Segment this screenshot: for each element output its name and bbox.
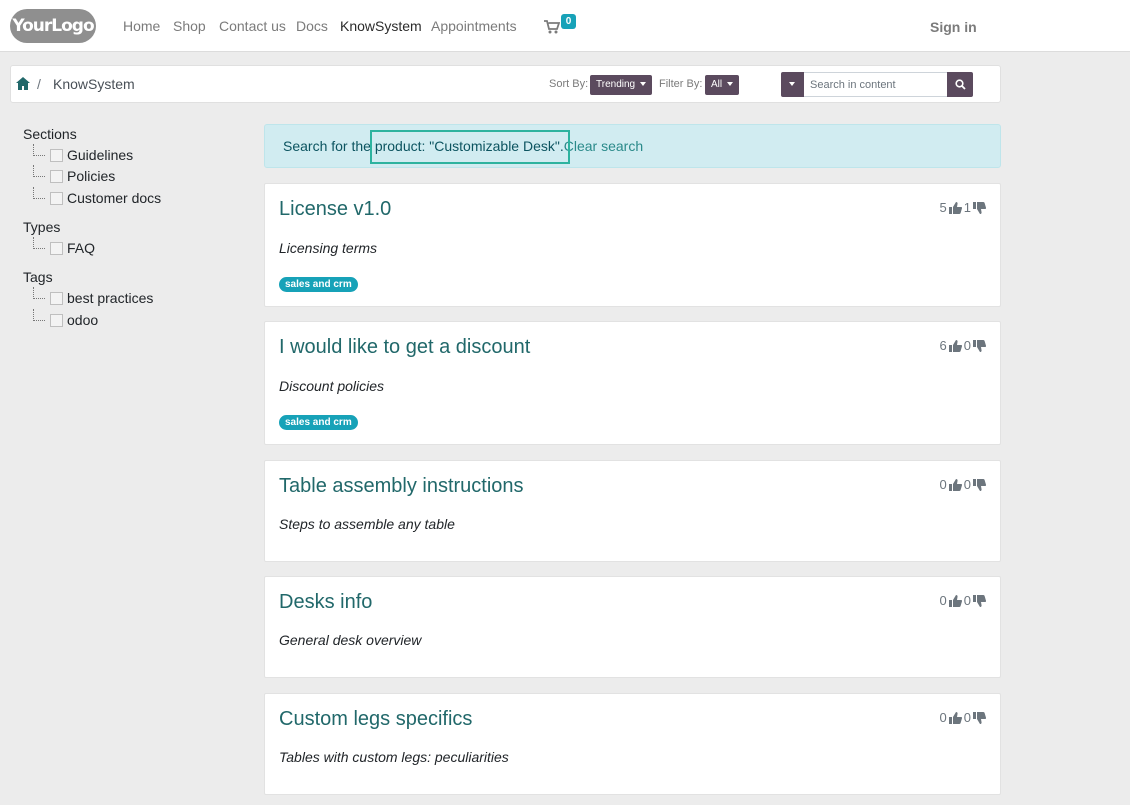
vote-counts: 0 0 <box>940 710 986 725</box>
article-title[interactable]: Table assembly instructions <box>279 475 524 498</box>
thumbs-down-icon[interactable] <box>973 711 986 724</box>
caret-down-icon <box>640 82 647 87</box>
tag-badge[interactable]: sales and crm <box>279 415 358 430</box>
tree-connector <box>33 287 45 299</box>
search-alert: Search for the product: "Customizable De… <box>264 124 1001 168</box>
article-summary: General desk overview <box>279 632 422 648</box>
section-label: Guidelines <box>67 147 134 163</box>
vote-counts: 0 0 <box>940 477 986 492</box>
cart-icon[interactable] <box>544 20 560 34</box>
article-card[interactable]: I would like to get a discount Discount … <box>264 321 1001 445</box>
dislike-count: 0 <box>963 593 971 608</box>
article-title[interactable]: Custom legs specifics <box>279 708 472 731</box>
filter-label: Filter By: <box>659 78 703 90</box>
search-icon <box>955 79 966 90</box>
checkbox[interactable] <box>50 149 63 162</box>
top-navbar: YourLogo Home Shop Contact us Docs KnowS… <box>0 0 1130 52</box>
article-card[interactable]: Custom legs specifics Tables with custom… <box>264 693 1001 795</box>
tag-label: odoo <box>67 312 99 328</box>
article-summary: Tables with custom legs: peculiarities <box>279 749 509 765</box>
tree-connector <box>33 237 45 249</box>
tree-connector <box>33 187 45 199</box>
section-label: Customer docs <box>67 190 162 206</box>
article-summary: Licensing terms <box>279 240 378 256</box>
tags-title: Tags <box>23 269 53 285</box>
checkbox[interactable] <box>50 314 63 327</box>
nav-docs[interactable]: Docs <box>296 18 328 34</box>
section-label: Policies <box>67 168 116 184</box>
thumbs-down-icon[interactable] <box>973 594 986 607</box>
article-summary: Discount policies <box>279 378 385 394</box>
search-group <box>781 72 973 97</box>
vote-counts: 5 1 <box>940 200 986 215</box>
sign-in-link[interactable]: Sign in <box>930 19 977 35</box>
thumbs-up-icon[interactable] <box>948 339 962 352</box>
caret-down-icon <box>789 82 795 86</box>
type-label: FAQ <box>67 240 96 256</box>
article-card[interactable]: License v1.0 Licensing terms sales and c… <box>264 183 1001 307</box>
thumbs-up-icon[interactable] <box>948 478 962 491</box>
nav-knowsystem[interactable]: KnowSystem <box>340 18 422 34</box>
tree-connector <box>33 309 45 321</box>
dislike-count: 0 <box>963 710 971 725</box>
article-title[interactable]: License v1.0 <box>279 198 391 221</box>
like-count: 6 <box>939 338 947 353</box>
filter-value: All <box>711 79 723 90</box>
tag-label: best practices <box>67 290 154 306</box>
dislike-count: 1 <box>963 200 971 215</box>
nav-appointments[interactable]: Appointments <box>431 18 517 34</box>
tree-connector <box>33 165 45 177</box>
like-count: 0 <box>939 477 947 492</box>
vote-counts: 6 0 <box>940 338 986 353</box>
checkbox[interactable] <box>50 292 63 305</box>
logo-text: YourLogo <box>12 16 94 36</box>
home-icon[interactable] <box>16 77 30 90</box>
search-button[interactable] <box>947 72 973 97</box>
sort-dropdown[interactable]: Trending <box>590 75 653 95</box>
dislike-count: 0 <box>963 477 971 492</box>
breadcrumb-current: KnowSystem <box>53 76 135 92</box>
nav-shop[interactable]: Shop <box>173 18 206 34</box>
nav-contact-us[interactable]: Contact us <box>219 18 286 34</box>
nav-home[interactable]: Home <box>123 18 160 34</box>
like-count: 0 <box>939 710 947 725</box>
thumbs-down-icon[interactable] <box>973 478 986 491</box>
sort-value: Trending <box>596 79 636 90</box>
article-card[interactable]: Table assembly instructions Steps to ass… <box>264 460 1001 562</box>
caret-down-icon <box>727 82 734 87</box>
article-title[interactable]: I would like to get a discount <box>279 336 530 359</box>
vote-counts: 0 0 <box>940 593 986 608</box>
like-count: 0 <box>939 593 947 608</box>
clear-search-link[interactable]: Clear search <box>564 138 643 154</box>
filter-dropdown[interactable]: All <box>705 75 740 95</box>
search-input[interactable] <box>804 72 948 97</box>
thumbs-up-icon[interactable] <box>948 711 962 724</box>
checkbox[interactable] <box>50 242 63 255</box>
article-title[interactable]: Desks info <box>279 591 372 614</box>
types-title: Types <box>23 219 61 235</box>
logo[interactable]: YourLogo <box>10 9 96 43</box>
thumbs-down-icon[interactable] <box>973 201 986 214</box>
article-card[interactable]: Desks info General desk overview 0 0 <box>264 576 1001 678</box>
alert-message: Search for the product: "Customizable De… <box>283 138 564 154</box>
breadcrumb-separator: / <box>37 76 41 92</box>
sections-title: Sections <box>23 126 77 142</box>
alert-text: Search for the product: "Customizable De… <box>283 138 643 154</box>
cart-count-badge: 0 <box>561 14 576 29</box>
like-count: 5 <box>939 200 947 215</box>
tag-badge[interactable]: sales and crm <box>279 277 358 292</box>
search-options-dropdown[interactable] <box>781 72 804 97</box>
checkbox[interactable] <box>50 170 63 183</box>
thumbs-up-icon[interactable] <box>948 201 962 214</box>
sort-label: Sort By: <box>549 78 589 90</box>
checkbox[interactable] <box>50 192 63 205</box>
dislike-count: 0 <box>963 338 971 353</box>
article-summary: Steps to assemble any table <box>279 516 455 532</box>
thumbs-down-icon[interactable] <box>973 339 986 352</box>
breadcrumb-bar: / KnowSystem Sort By: Trending Filter By… <box>10 65 1001 103</box>
tree-connector <box>33 144 45 156</box>
thumbs-up-icon[interactable] <box>948 594 962 607</box>
